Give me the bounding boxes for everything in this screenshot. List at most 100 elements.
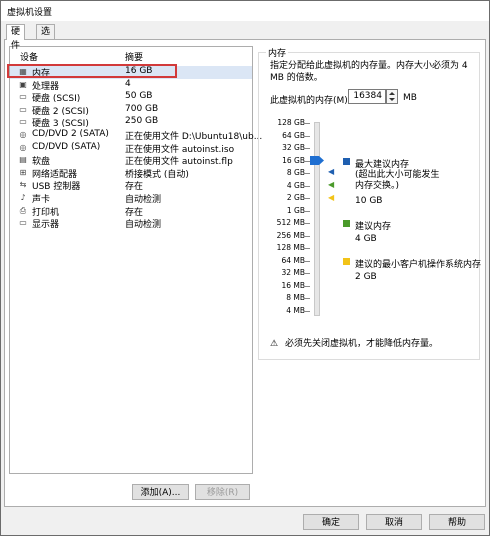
device-summary: 250 GB <box>125 116 159 127</box>
device-summary: 存在 <box>125 207 144 218</box>
spinner-arrows-icon <box>389 92 395 101</box>
device-row[interactable]: ◎ CD/DVD (SATA) 正在使用文件 autoinst.iso <box>10 141 252 155</box>
scale-tick <box>304 185 310 187</box>
printer-icon: ⎙ <box>19 205 27 215</box>
network-icon: ⊞ <box>19 167 27 177</box>
scale-label: 32 MB <box>281 268 305 277</box>
device-summary: 正在使用文件 autoinst.flp <box>125 157 233 168</box>
max-marker-icon: ◀ <box>328 167 335 176</box>
device-summary: 4 <box>125 78 131 89</box>
scale-tick <box>304 248 310 249</box>
max-legend-title: 最大建议内存 <box>355 160 410 170</box>
scale-label: 64 GB <box>282 130 305 140</box>
device-name: 网络适配器 <box>32 169 78 180</box>
device-row[interactable]: ◎ CD/DVD 2 (SATA) 正在使用文件 D:\Ubuntu18\ub... <box>10 129 263 142</box>
max-legend-note: (超出此大小可能发生内存交换。) <box>355 170 440 191</box>
rec-legend-value: 4 GB <box>355 234 377 244</box>
memory-slider-track[interactable] <box>314 122 320 316</box>
device-name: CD/DVD 2 (SATA) <box>32 129 109 139</box>
cd-icon: ◎ <box>19 130 27 139</box>
max-legend-value: 10 GB <box>355 196 383 206</box>
memory-input[interactable]: 16384 <box>348 89 386 104</box>
ok-button[interactable]: 确定 <box>303 514 359 530</box>
cd-icon: ◎ <box>19 142 27 152</box>
add-button[interactable]: 添加(A)... <box>132 484 189 500</box>
memory-spinner[interactable] <box>386 89 398 104</box>
device-name: 硬盘 3 (SCSI) <box>32 119 89 130</box>
tab-hardware[interactable]: 硬件 <box>6 24 26 51</box>
memory-group-title: 内存 <box>266 46 289 59</box>
scale-tick <box>304 273 310 274</box>
harddisk-icon: ▭ <box>19 117 27 127</box>
header-device: 设备 <box>20 53 39 63</box>
device-row[interactable]: ⇆ USB 控制器 存在 <box>10 179 252 192</box>
device-row[interactable]: ▭ 硬盘 (SCSI) 50 GB <box>10 91 252 105</box>
usb-icon: ⇆ <box>19 180 27 190</box>
device-row[interactable]: ⊞ 网络适配器 桥接模式 (自动) <box>10 167 252 180</box>
device-name: 显示器 <box>32 220 60 231</box>
harddisk-icon: ▭ <box>19 104 27 114</box>
device-summary: 正在使用文件 D:\Ubuntu18\ub... <box>125 132 263 142</box>
device-name: CD/DVD (SATA) <box>32 141 101 152</box>
scale-tick <box>304 135 310 137</box>
min-legend-value: 2 GB <box>355 272 377 282</box>
device-name: 硬盘 2 (SCSI) <box>32 106 89 117</box>
remove-button[interactable]: 移除(R) <box>195 484 250 500</box>
scale-tick <box>304 298 310 299</box>
device-name: 硬盘 (SCSI) <box>32 94 81 105</box>
device-summary: 正在使用文件 autoinst.iso <box>125 144 235 155</box>
floppy-icon: ▤ <box>19 155 27 165</box>
memory-warning: ⚠ 必须先关闭虚拟机，才能降低内存量。 <box>270 336 438 349</box>
max-legend-swatch <box>343 158 350 165</box>
min-legend-swatch <box>343 258 350 265</box>
scale-tick <box>304 210 310 212</box>
device-name: 声卡 <box>32 195 51 205</box>
device-row[interactable]: ⎙ 打印机 存在 <box>10 205 252 218</box>
minimum-marker-icon: ◀ <box>328 193 335 202</box>
device-row[interactable]: ▭ 显示器 自动检测 <box>10 217 252 231</box>
device-row[interactable]: ▭ 硬盘 3 (SCSI) 250 GB <box>10 116 252 130</box>
rec-legend-swatch <box>343 220 350 227</box>
warning-text: 必须先关闭虚拟机，才能降低内存量。 <box>284 339 438 349</box>
scale-tick <box>304 173 310 174</box>
device-row[interactable]: ▭ 硬盘 2 (SCSI) 700 GB <box>10 104 252 117</box>
min-legend-title: 建议的最小客户机操作系统内存 <box>355 260 482 270</box>
device-list[interactable]: 设备 摘要 ▦ 内存 16 GB ▣ 处理器 4 ▭ 硬盘 (SCSI) 50 GB ▭ 硬盘 2 … <box>9 46 263 474</box>
scale-label: 32 GB <box>282 143 305 152</box>
scale-label: 8 GB <box>286 168 305 177</box>
scale-label: 4 GB <box>286 180 305 190</box>
scale-tick <box>304 123 310 124</box>
device-summary: 自动检测 <box>125 220 162 231</box>
scale-label: 128 GB <box>277 118 305 127</box>
scale-tick <box>304 198 310 199</box>
memory-label: 此虚拟机的内存(M): <box>270 96 351 106</box>
device-name: 处理器 <box>32 81 60 92</box>
device-summary: 桥接模式 (自动) <box>125 169 189 180</box>
scale-tick <box>304 148 310 149</box>
scale-tick <box>304 223 310 224</box>
memory-unit: MB <box>403 93 417 103</box>
selected-row-highlight <box>7 64 177 78</box>
memory-description: 指定分配给此虚拟机的内存量。内存大小必须为 4 MB 的倍数。 <box>270 61 468 83</box>
help-button[interactable]: 帮助 <box>429 514 485 530</box>
cancel-button[interactable]: 取消 <box>366 514 422 530</box>
device-row[interactable]: ♪ 声卡 自动检测 <box>10 192 252 205</box>
title-bar: 虚拟机设置 <box>1 1 489 21</box>
device-summary: 50 GB <box>125 91 153 102</box>
tab-options[interactable]: 选项 <box>36 24 56 51</box>
recommended-marker-icon: ◀ <box>328 180 335 189</box>
window-title: 虚拟机设置 <box>7 8 53 18</box>
scale-label: 8 MB <box>286 293 305 302</box>
device-row[interactable]: ▤ 软盘 正在使用文件 autoinst.flp <box>10 154 252 168</box>
scale-label: 512 MB <box>276 218 305 227</box>
scale-label: 128 MB <box>276 243 305 252</box>
device-summary: 自动检测 <box>125 195 162 205</box>
header-summary: 摘要 <box>125 53 144 63</box>
display-icon: ▭ <box>19 218 27 228</box>
sound-icon: ♪ <box>20 193 26 202</box>
memory-slider-thumb[interactable] <box>310 155 324 165</box>
device-row[interactable]: ▣ 处理器 4 <box>10 78 252 92</box>
scale-label: 2 GB <box>286 193 305 202</box>
harddisk-icon: ▭ <box>19 92 27 102</box>
scale-tick <box>304 260 310 262</box>
